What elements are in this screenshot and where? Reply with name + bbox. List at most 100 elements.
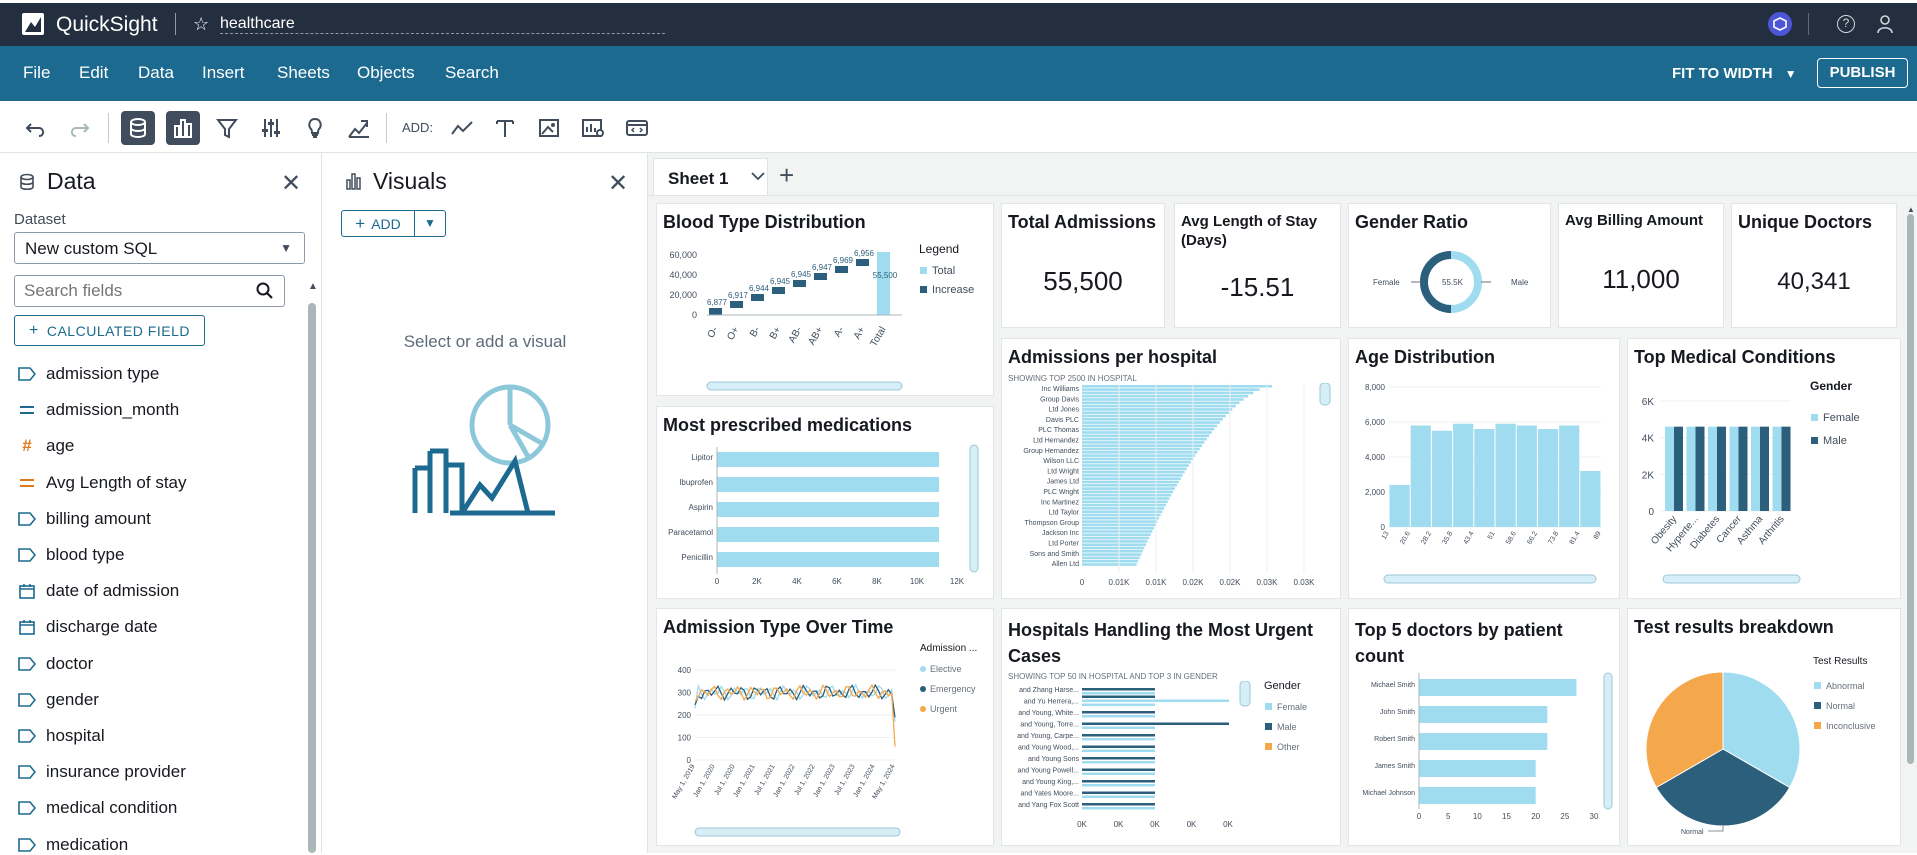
field-item[interactable]: gender bbox=[18, 690, 99, 710]
add-visual-dropdown-icon[interactable]: ▼ bbox=[414, 210, 446, 237]
measure-icon bbox=[18, 475, 36, 491]
x-tick-label: AB+ bbox=[806, 325, 825, 347]
blood-type-card[interactable]: Blood Type Distribution 60,000 40,000 20,0… bbox=[656, 203, 994, 396]
top-conditions-card[interactable]: Top Medical Conditions 6K 4K 2K 0 Obesity Hyp… bbox=[1627, 338, 1901, 599]
calculated-field-button[interactable]: + CALCULATED FIELD bbox=[14, 315, 205, 346]
test-results-card[interactable]: Test results breakdown Normal Test Result… bbox=[1627, 608, 1901, 846]
brand-name: QuickSight bbox=[56, 13, 158, 36]
add-sheet-icon[interactable]: + bbox=[779, 162, 794, 188]
field-item[interactable]: medical condition bbox=[18, 798, 177, 818]
undo-icon[interactable] bbox=[19, 111, 53, 145]
admission-type-time-card[interactable]: Admission Type Over Time 400 300 200 100 0 Ma… bbox=[656, 608, 994, 846]
data-label: 55,500 bbox=[873, 271, 898, 280]
legend-label: Male bbox=[1277, 722, 1297, 732]
field-item[interactable]: admission type bbox=[18, 364, 159, 384]
scrollbar-thumb[interactable] bbox=[1907, 214, 1914, 764]
publish-button[interactable]: PUBLISH bbox=[1817, 58, 1908, 88]
themes-icon[interactable] bbox=[342, 111, 376, 145]
field-name: age bbox=[46, 436, 75, 456]
add-visual-line-icon[interactable] bbox=[445, 111, 479, 145]
menu-file[interactable]: File bbox=[23, 63, 50, 83]
add-text-icon[interactable] bbox=[488, 111, 522, 145]
kpi-unique-doctors[interactable]: Unique Doctors 40,341 bbox=[1731, 203, 1897, 328]
star-icon[interactable]: ☆ bbox=[193, 14, 209, 35]
field-item[interactable]: doctor bbox=[18, 654, 93, 674]
close-icon[interactable]: ✕ bbox=[608, 169, 628, 198]
menu-sheets[interactable]: Sheets bbox=[277, 63, 330, 83]
scroll-up-icon[interactable]: ▲ bbox=[1907, 205, 1915, 214]
insights-bulb-icon[interactable] bbox=[298, 111, 332, 145]
fit-to-width-dropdown[interactable]: FIT TO WIDTH ▼ bbox=[1672, 65, 1797, 82]
bar-label: Aspirin bbox=[689, 503, 713, 512]
x-tick-label: 0.02K bbox=[1220, 578, 1242, 587]
gender-ratio-card[interactable]: Gender Ratio 55.5K Female Male bbox=[1348, 203, 1551, 328]
chevron-down-icon[interactable] bbox=[750, 168, 766, 189]
close-icon[interactable]: ✕ bbox=[281, 169, 301, 198]
add-image-icon[interactable] bbox=[532, 111, 566, 145]
top-doctors-card[interactable]: Top 5 doctors by patient count Michael S… bbox=[1348, 608, 1620, 846]
age-distribution-card[interactable]: Age Distribution 8,000 6,000 4,000 2,000 0 13… bbox=[1348, 338, 1620, 599]
field-item[interactable]: hospital bbox=[18, 726, 105, 746]
menu-edit[interactable]: Edit bbox=[79, 63, 108, 83]
add-label: ADD: bbox=[402, 120, 434, 135]
visuals-icon[interactable] bbox=[166, 111, 200, 145]
add-visual-button[interactable]: + ADD bbox=[341, 210, 415, 237]
x-tick-label: 0 bbox=[1080, 578, 1085, 587]
amazon-q-icon[interactable] bbox=[1768, 12, 1792, 36]
scrollbar-thumb[interactable] bbox=[308, 303, 316, 853]
field-item[interactable]: discharge date bbox=[18, 617, 158, 637]
legend-swatch bbox=[920, 706, 926, 712]
field-item[interactable]: billing amount bbox=[18, 509, 151, 529]
kpi-avg-billing[interactable]: Avg Billing Amount 11,000 bbox=[1558, 203, 1724, 328]
help-icon[interactable]: ? bbox=[1837, 15, 1855, 33]
database-icon[interactable] bbox=[121, 111, 155, 145]
divider bbox=[108, 113, 109, 143]
search-fields-input[interactable] bbox=[14, 275, 285, 307]
kpi-avg-length-of-stay[interactable]: Avg Length of Stay (Days) -15.51 bbox=[1174, 203, 1341, 328]
medications-card[interactable]: Most prescribed medications Lipitor Ibupr… bbox=[656, 406, 994, 599]
controls-icon[interactable] bbox=[254, 111, 288, 145]
scroll-up-icon[interactable]: ▲ bbox=[308, 281, 318, 292]
scrollbar[interactable]: ▲ bbox=[1907, 205, 1915, 765]
menu-objects[interactable]: Objects bbox=[357, 63, 415, 83]
menu-insert[interactable]: Insert bbox=[202, 63, 245, 83]
kpi-total-admissions[interactable]: Total Admissions 55,500 bbox=[1001, 203, 1165, 328]
x-tick-label: 0K bbox=[1187, 820, 1197, 829]
field-item[interactable]: date of admission bbox=[18, 581, 179, 601]
bar bbox=[1082, 768, 1155, 771]
bar-female bbox=[1686, 426, 1696, 511]
menu-search[interactable]: Search bbox=[445, 63, 499, 83]
urgent-cases-card[interactable]: Hospitals Handling the Most Urgent Cases… bbox=[1001, 608, 1341, 846]
filter-icon[interactable] bbox=[210, 111, 244, 145]
user-icon[interactable] bbox=[1876, 14, 1894, 39]
dataset-select[interactable]: New custom SQL ▼ bbox=[14, 232, 305, 264]
y-tick-label: 4,000 bbox=[1365, 453, 1386, 462]
field-item[interactable]: insurance provider bbox=[18, 762, 186, 782]
kpi-title: Unique Doctors bbox=[1738, 212, 1873, 232]
field-item[interactable]: Avg Length of stay bbox=[18, 473, 187, 493]
divider bbox=[1808, 13, 1809, 35]
menu-data[interactable]: Data bbox=[138, 63, 174, 83]
scrollbar[interactable]: ▲ bbox=[308, 281, 318, 853]
add-insight-icon[interactable] bbox=[576, 111, 610, 145]
legend-swatch bbox=[920, 666, 926, 672]
admissions-hospital-card[interactable]: Admissions per hospital SHOWING TOP 2500… bbox=[1001, 338, 1341, 599]
field-name: discharge date bbox=[46, 617, 158, 637]
x-tick-label: 51 bbox=[1487, 530, 1497, 540]
field-item[interactable]: medication bbox=[18, 835, 128, 855]
search-fields-text[interactable] bbox=[24, 281, 244, 301]
histogram-bar bbox=[1410, 425, 1431, 527]
field-item[interactable]: blood type bbox=[18, 545, 124, 565]
field-item[interactable]: admission_month bbox=[18, 400, 179, 420]
x-tick-label: 89 bbox=[1593, 530, 1603, 540]
bar bbox=[1082, 703, 1155, 706]
field-item[interactable]: # age bbox=[18, 436, 74, 456]
bar bbox=[1082, 520, 1158, 523]
tab-sheet-1[interactable]: Sheet 1 bbox=[653, 158, 768, 195]
search-icon[interactable] bbox=[256, 282, 274, 305]
redo-icon[interactable] bbox=[62, 111, 96, 145]
bar bbox=[1082, 500, 1168, 504]
add-embed-icon[interactable] bbox=[620, 111, 654, 145]
analysis-name[interactable]: healthcare bbox=[220, 15, 665, 34]
histogram-bar bbox=[1474, 429, 1495, 527]
